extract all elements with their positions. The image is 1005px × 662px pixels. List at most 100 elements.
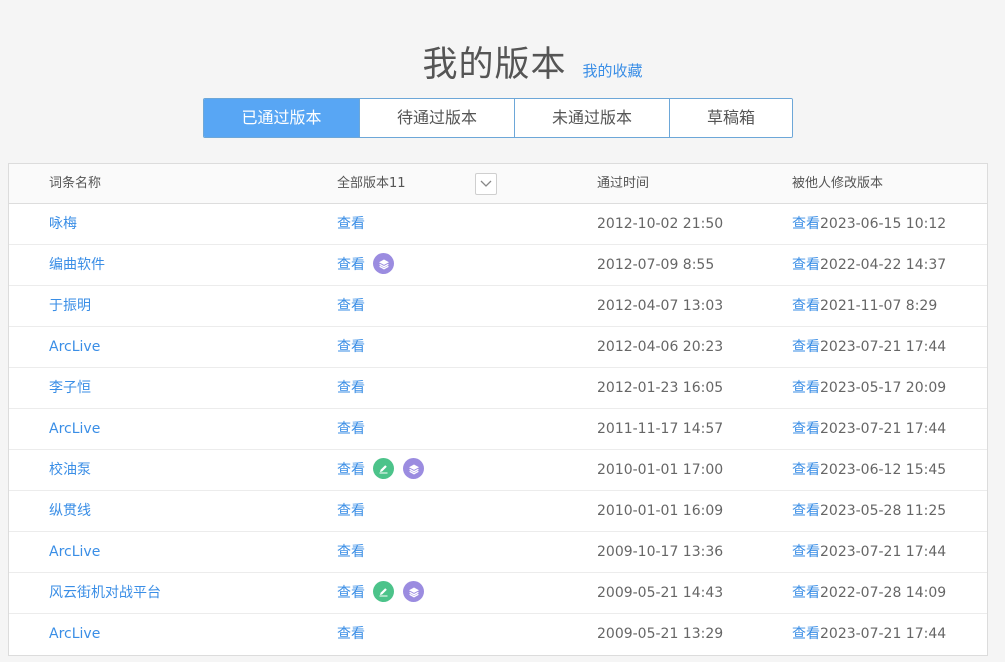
table-row: 纵贯线 查看 2010-01-01 16:09 查看2023-05-28 11:25	[9, 491, 987, 532]
page-title: 我的版本	[422, 45, 567, 85]
modified-version: 查看2023-05-17 20:09	[792, 368, 946, 408]
modified-version: 查看2023-07-21 17:44	[792, 409, 946, 449]
layers-icon[interactable]	[403, 458, 424, 479]
view-modified-link[interactable]: 查看	[792, 503, 820, 519]
entry-name-link[interactable]: 校油泵	[49, 450, 91, 490]
passed-time: 2009-10-17 13:36	[597, 544, 724, 560]
layers-icon[interactable]	[373, 253, 394, 274]
entry-name-link[interactable]: ArcLive	[49, 614, 100, 654]
table-row: 编曲软件 查看 2012-07-09 8:55 查看2022-04-22 14:37	[9, 245, 987, 286]
table-row: ArcLive 查看 2009-05-21 13:29 查看2023-07-21 17…	[9, 614, 987, 655]
row-badges	[373, 458, 424, 479]
passed-time: 2009-05-21 14:43	[597, 585, 724, 601]
passed-time: 2012-04-06 20:23	[597, 339, 724, 355]
modified-time: 2022-04-22 14:37	[820, 257, 947, 273]
edit-icon[interactable]	[373, 581, 394, 602]
column-header-passed-time: 通过时间	[597, 176, 650, 191]
chevron-down-icon	[480, 180, 492, 187]
modified-version: 查看2023-07-21 17:44	[792, 532, 946, 572]
entry-name-link[interactable]: 李子恒	[49, 368, 91, 408]
modified-time: 2023-05-17 20:09	[820, 380, 947, 396]
layers-icon[interactable]	[403, 581, 424, 602]
table-row: 校油泵 查看 2010-01-01 17:00 查看2023-06-12 15:45	[9, 450, 987, 491]
row-badges	[373, 581, 424, 602]
page-header: 我的版本 我的收藏	[0, 36, 1005, 87]
view-link[interactable]: 查看	[337, 327, 365, 367]
view-link[interactable]: 查看	[337, 286, 365, 326]
view-modified-link[interactable]: 查看	[792, 462, 820, 478]
modified-version: 查看2023-06-15 10:12	[792, 204, 946, 244]
view-modified-link[interactable]: 查看	[792, 216, 820, 232]
view-link[interactable]: 查看	[337, 409, 365, 449]
modified-time: 2023-07-21 17:44	[820, 626, 947, 642]
tab-approved[interactable]: 已通过版本	[204, 99, 359, 137]
entry-name-link[interactable]: ArcLive	[49, 409, 100, 449]
my-favorites-link[interactable]: 我的收藏	[583, 60, 643, 81]
modified-version: 查看2023-07-21 17:44	[792, 614, 946, 654]
modified-version: 查看2022-04-22 14:37	[792, 245, 946, 285]
passed-time: 2012-01-23 16:05	[597, 380, 724, 396]
modified-version: 查看2023-07-21 17:44	[792, 327, 946, 367]
tab-drafts[interactable]: 草稿箱	[669, 99, 792, 137]
entry-name-link[interactable]: 咏梅	[49, 204, 77, 244]
modified-version: 查看2023-05-28 11:25	[792, 491, 946, 531]
passed-time: 2010-01-01 17:00	[597, 462, 724, 478]
view-link[interactable]: 查看	[337, 614, 365, 654]
versions-table: 词条名称 全部版本11 通过时间 被他人修改版本 咏梅 查看 2012-10-02 …	[8, 163, 988, 656]
view-modified-link[interactable]: 查看	[792, 544, 820, 560]
table-row: 风云街机对战平台 查看 2009-05-21 14:43 查看2022-07-28 1…	[9, 573, 987, 614]
tab-rejected[interactable]: 未通过版本	[514, 99, 669, 137]
view-modified-link[interactable]: 查看	[792, 298, 820, 314]
modified-time: 2023-06-12 15:45	[820, 462, 947, 478]
edit-icon[interactable]	[373, 458, 394, 479]
modified-time: 2022-07-28 14:09	[820, 585, 947, 601]
modified-time: 2023-06-15 10:12	[820, 216, 947, 232]
modified-version: 查看2021-11-07 8:29	[792, 286, 937, 326]
table-row: 咏梅 查看 2012-10-02 21:50 查看2023-06-15 10:12	[9, 204, 987, 245]
view-link[interactable]: 查看	[337, 204, 365, 244]
passed-time: 2009-05-21 13:29	[597, 626, 724, 642]
view-modified-link[interactable]: 查看	[792, 339, 820, 355]
table-row: 于振明 查看 2012-04-07 13:03 查看2021-11-07 8:29	[9, 286, 987, 327]
view-modified-link[interactable]: 查看	[792, 380, 820, 396]
column-header-modified: 被他人修改版本	[792, 176, 884, 191]
passed-time: 2012-07-09 8:55	[597, 257, 715, 273]
view-modified-link[interactable]: 查看	[792, 585, 820, 601]
view-link[interactable]: 查看	[337, 450, 365, 490]
modified-time: 2023-05-28 11:25	[820, 503, 947, 519]
entry-name-link[interactable]: 纵贯线	[49, 491, 91, 531]
view-link[interactable]: 查看	[337, 245, 365, 285]
view-link[interactable]: 查看	[337, 491, 365, 531]
table-header: 词条名称 全部版本11 通过时间 被他人修改版本	[9, 164, 987, 204]
modified-time: 2023-07-21 17:44	[820, 544, 947, 560]
passed-time: 2010-01-01 16:09	[597, 503, 724, 519]
passed-time: 2012-10-02 21:50	[597, 216, 724, 232]
tab-pending[interactable]: 待通过版本	[359, 99, 514, 137]
view-link[interactable]: 查看	[337, 368, 365, 408]
table-row: ArcLive 查看 2009-10-17 13:36 查看2023-07-21 17…	[9, 532, 987, 573]
view-link[interactable]: 查看	[337, 573, 365, 613]
view-modified-link[interactable]: 查看	[792, 626, 820, 642]
modified-version: 查看2023-06-12 15:45	[792, 450, 946, 490]
column-header-versions: 全部版本11	[337, 176, 406, 191]
column-header-name: 词条名称	[49, 176, 102, 191]
table-row: ArcLive 查看 2011-11-17 14:57 查看2023-07-21 17…	[9, 409, 987, 450]
row-badges	[373, 253, 394, 274]
entry-name-link[interactable]: ArcLive	[49, 327, 100, 367]
entry-name-link[interactable]: 风云街机对战平台	[49, 573, 161, 613]
view-link[interactable]: 查看	[337, 532, 365, 572]
entry-name-link[interactable]: 于振明	[49, 286, 91, 326]
table-row: ArcLive 查看 2012-04-06 20:23 查看2023-07-21 17…	[9, 327, 987, 368]
entry-name-link[interactable]: ArcLive	[49, 532, 100, 572]
view-modified-link[interactable]: 查看	[792, 421, 820, 437]
modified-time: 2023-07-21 17:44	[820, 339, 947, 355]
version-filter-dropdown[interactable]	[475, 173, 497, 195]
version-tabs: 已通过版本 待通过版本 未通过版本 草稿箱	[203, 98, 793, 138]
passed-time: 2011-11-17 14:57	[597, 421, 724, 437]
table-row: 李子恒 查看 2012-01-23 16:05 查看2023-05-17 20:09	[9, 368, 987, 409]
modified-version: 查看2022-07-28 14:09	[792, 573, 946, 613]
entry-name-link[interactable]: 编曲软件	[49, 245, 105, 285]
view-modified-link[interactable]: 查看	[792, 257, 820, 273]
passed-time: 2012-04-07 13:03	[597, 298, 724, 314]
modified-time: 2021-11-07 8:29	[820, 298, 938, 314]
